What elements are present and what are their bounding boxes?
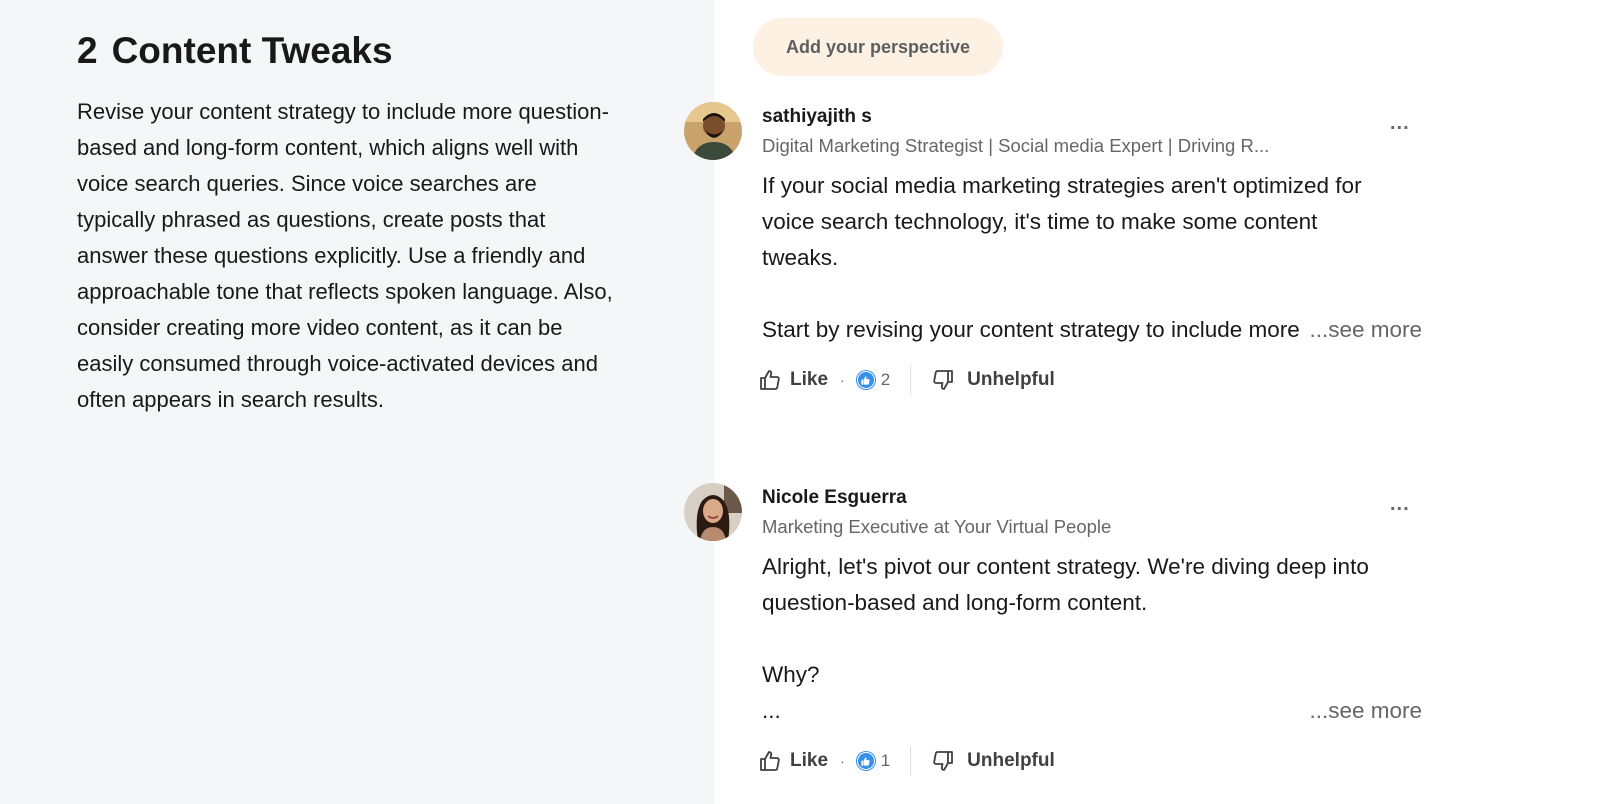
more-options-icon[interactable]: ...	[1390, 112, 1410, 135]
section-body: Revise your content strategy to include …	[77, 99, 613, 412]
text-line: If your social media marketing strategie…	[762, 173, 1362, 198]
text-line: Alright, let's pivot our content strateg…	[762, 554, 1369, 579]
reaction-count[interactable]: 1	[856, 751, 891, 771]
see-more-link[interactable]: ...see more	[1307, 312, 1422, 348]
unhelpful-button[interactable]: Unhelpful	[931, 749, 1055, 773]
text-line: question-based and long-form content.	[762, 590, 1148, 615]
contribution-actions: Like · 2 Unhelpful	[758, 364, 1055, 396]
author-name[interactable]: Nicole Esguerra	[762, 487, 907, 509]
author-headline: Digital Marketing Strategist | Social me…	[762, 135, 1270, 156]
text-line: ...	[762, 698, 781, 723]
unhelpful-label: Unhelpful	[967, 369, 1055, 390]
like-reaction-icon	[856, 752, 875, 770]
author-headline: Marketing Executive at Your Virtual Peop…	[762, 516, 1112, 537]
reaction-number: 2	[880, 370, 891, 389]
more-options-icon[interactable]: ...	[1390, 493, 1410, 516]
unhelpful-label: Unhelpful	[967, 750, 1055, 771]
reaction-number: 1	[880, 751, 891, 770]
like-label: Like	[790, 369, 829, 390]
text-line: voice search technology, it's time to ma…	[762, 209, 1318, 234]
contribution-text: If your social media marketing strategie…	[762, 168, 1422, 348]
separator-dot: ·	[840, 753, 845, 769]
avatar[interactable]	[684, 102, 742, 160]
divider	[910, 365, 912, 395]
section-number: 2	[77, 30, 98, 71]
add-perspective-button[interactable]: Add your perspective	[753, 18, 1003, 76]
like-button[interactable]: Like	[758, 368, 828, 392]
reaction-count[interactable]: 2	[856, 370, 891, 390]
contribution-text: Alright, let's pivot our content strateg…	[762, 549, 1422, 729]
like-label: Like	[790, 750, 829, 771]
text-line: Start by revising your content strategy …	[762, 317, 1300, 342]
thumbs-down-icon	[933, 751, 954, 771]
like-button[interactable]: Like	[758, 749, 828, 773]
contribution-actions: Like · 1 Unhelpful	[758, 745, 1055, 777]
thumbs-down-icon	[933, 370, 954, 390]
section-title: Content Tweaks	[111, 30, 393, 71]
see-more-link[interactable]: ...see more	[1307, 693, 1422, 729]
thumbs-up-icon	[760, 370, 780, 390]
divider	[910, 746, 912, 776]
avatar[interactable]	[684, 483, 742, 541]
author-name[interactable]: sathiyajith s	[762, 106, 872, 128]
text-line: Why?	[762, 662, 820, 687]
article-section-panel: 2 Content Tweaks Revise your content stra…	[0, 0, 714, 804]
like-reaction-icon	[856, 371, 875, 389]
section-heading: 2 Content Tweaks	[77, 30, 393, 72]
thumbs-up-icon	[760, 751, 780, 771]
separator-dot: ·	[840, 372, 845, 388]
unhelpful-button[interactable]: Unhelpful	[931, 368, 1055, 392]
text-line: tweaks.	[762, 245, 839, 270]
